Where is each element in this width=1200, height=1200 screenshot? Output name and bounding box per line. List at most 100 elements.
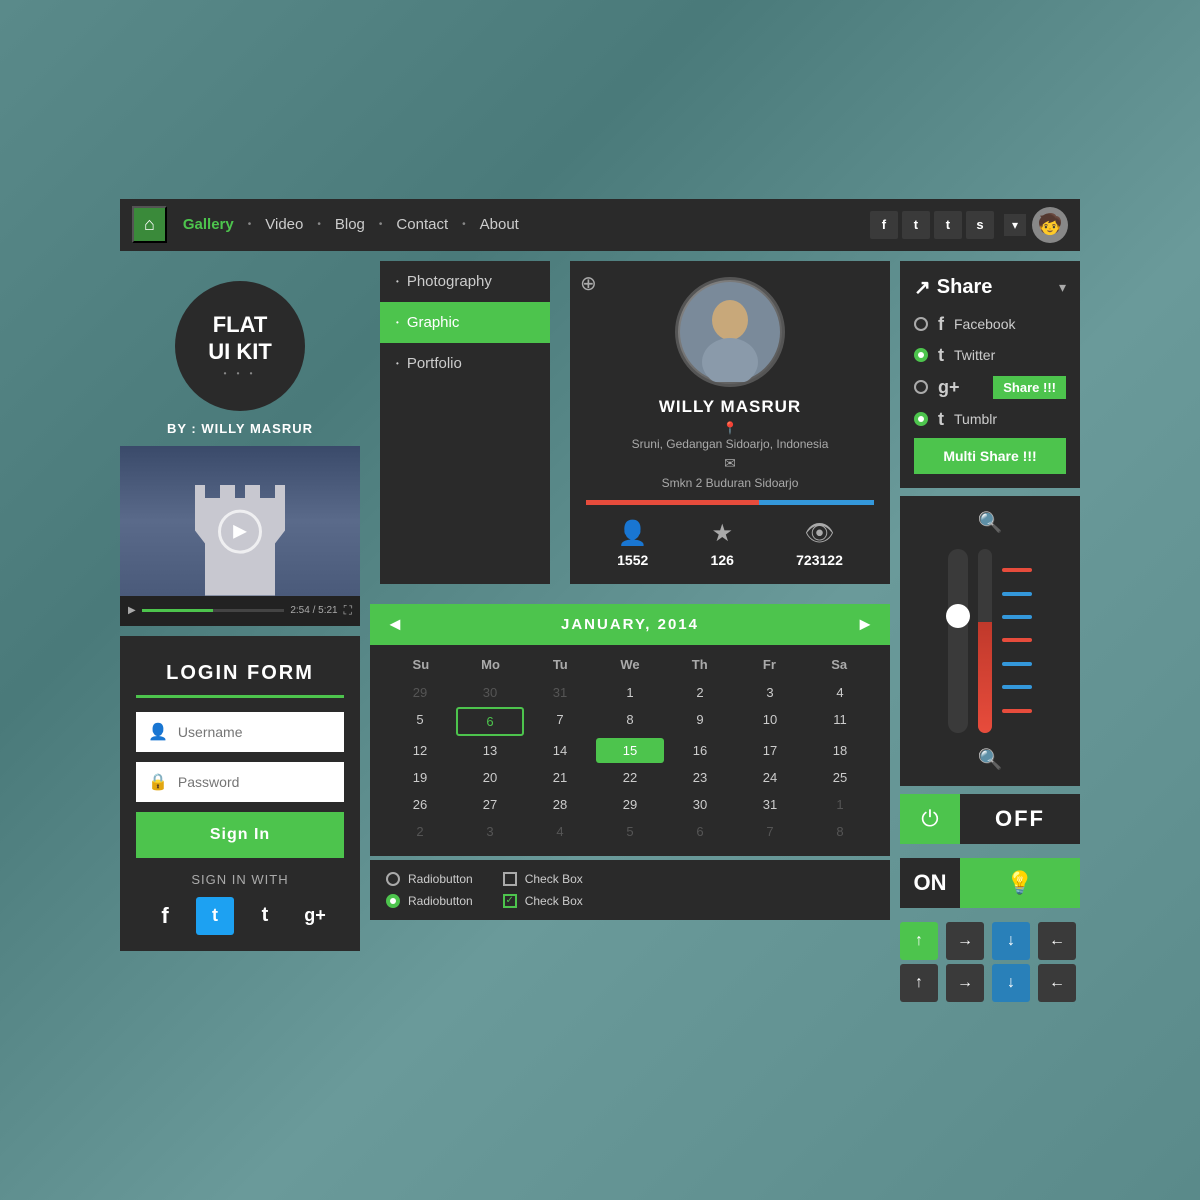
cal-day[interactable]: 12 [386,738,454,763]
share-dropdown-icon[interactable]: ▾ [1059,279,1066,296]
social-facebook-login[interactable]: f [146,897,184,935]
radio-empty[interactable] [386,872,400,886]
radio-facebook[interactable] [914,317,928,331]
radio-filled-item[interactable]: Radiobutton [386,894,473,908]
cal-day[interactable]: 27 [456,792,524,817]
progress-bar[interactable] [142,609,285,612]
social-twitter-login[interactable]: t [196,897,234,935]
dropdown-photography[interactable]: • Photography [380,261,550,302]
arrow-right-2[interactable]: → [946,964,984,1002]
share-tumblr[interactable]: t Tumblr [914,409,1066,430]
checkbox-empty[interactable] [503,872,517,886]
arrow-left-1[interactable]: ← [1038,922,1076,960]
arrow-down-dl-1[interactable]: ↓ [992,922,1030,960]
fullscreen-icon[interactable]: ⛶ [344,603,352,618]
nav-item-gallery[interactable]: Gallery [175,212,242,237]
cal-day[interactable]: 1 [596,680,664,705]
cal-day-6[interactable]: 6 [456,707,524,736]
checkbox-empty-item[interactable]: Check Box [503,872,583,886]
cal-day[interactable]: 16 [666,738,734,763]
nav-item-video[interactable]: Video [257,212,311,237]
cal-day[interactable]: 19 [386,765,454,790]
password-field[interactable]: 🔒 [136,762,344,802]
power-button[interactable]: ⏻ [900,794,960,844]
cal-day[interactable]: 6 [666,819,734,844]
social-tumblr-login[interactable]: t [246,897,284,935]
cal-day[interactable]: 1 [806,792,874,817]
slider-thumb[interactable] [946,604,970,628]
cal-day[interactable]: 2 [666,680,734,705]
nav-dropdown-button[interactable]: ▾ [1004,214,1026,236]
cal-day[interactable]: 29 [596,792,664,817]
cal-day-15[interactable]: 15 [596,738,664,763]
share-google[interactable]: g+ Share !!! [914,376,1066,399]
nav-item-contact[interactable]: Contact [388,212,456,237]
nav-item-about[interactable]: About [472,212,527,237]
cal-day[interactable]: 11 [806,707,874,736]
add-button[interactable]: ⊕ [580,271,597,296]
radio-tumblr[interactable] [914,412,928,426]
arrow-down-dl-2[interactable]: ↓ [992,964,1030,1002]
dropdown-portfolio[interactable]: • Portfolio [380,343,550,384]
bulb-button[interactable]: 💡 [960,858,1080,908]
vertical-slider[interactable] [948,549,968,733]
share-facebook[interactable]: f Facebook [914,314,1066,335]
radio-empty-item[interactable]: Radiobutton [386,872,473,886]
cal-day[interactable]: 24 [736,765,804,790]
share-twitter[interactable]: t Twitter [914,345,1066,366]
cal-day[interactable]: 7 [736,819,804,844]
play-pause-icon[interactable]: ▶ [128,605,136,616]
cal-day[interactable]: 26 [386,792,454,817]
radio-twitter[interactable] [914,348,928,362]
cal-day[interactable]: 2 [386,819,454,844]
video-player[interactable]: ▶ ▶ 2:54 / 5:21 ⛶ [120,446,360,626]
dropdown-graphic[interactable]: • Graphic [380,302,550,343]
cal-day[interactable]: 23 [666,765,734,790]
checkbox-checked[interactable]: ✓ [503,894,517,908]
play-button[interactable]: ▶ [218,509,262,553]
cal-day[interactable]: 29 [386,680,454,705]
username-input[interactable] [178,724,332,740]
cal-day[interactable]: 14 [526,738,594,763]
social-facebook[interactable]: f [870,211,898,239]
cal-day[interactable]: 22 [596,765,664,790]
arrow-up-1[interactable]: ↑ [900,922,938,960]
cal-day[interactable]: 28 [526,792,594,817]
social-google-login[interactable]: g+ [296,897,334,935]
checkbox-checked-item[interactable]: ✓ Check Box [503,894,583,908]
radio-google[interactable] [914,380,928,394]
cal-day[interactable]: 13 [456,738,524,763]
username-field[interactable]: 👤 [136,712,344,752]
multi-share-button[interactable]: Multi Share !!! [914,438,1066,474]
cal-day[interactable]: 3 [736,680,804,705]
cal-day[interactable]: 5 [596,819,664,844]
signin-button[interactable]: Sign In [136,812,344,858]
nav-avatar[interactable]: 🧒 [1032,207,1068,243]
zoom-in-icon[interactable]: 🔍 [978,510,1003,535]
social-twitter[interactable]: t [902,211,930,239]
cal-day[interactable]: 4 [806,680,874,705]
cal-day[interactable]: 17 [736,738,804,763]
cal-next-button[interactable]: ► [856,614,874,635]
zoom-out-icon[interactable]: 🔍 [978,747,1003,772]
arrow-left-2[interactable]: ← [1038,964,1076,1002]
cal-day[interactable]: 31 [526,680,594,705]
arrow-right-1[interactable]: → [946,922,984,960]
cal-day[interactable]: 3 [456,819,524,844]
cal-day[interactable]: 4 [526,819,594,844]
nav-item-blog[interactable]: Blog [327,212,373,237]
social-skype[interactable]: s [966,211,994,239]
cal-day[interactable]: 31 [736,792,804,817]
cal-day[interactable]: 8 [806,819,874,844]
cal-day[interactable]: 7 [526,707,594,736]
cal-day[interactable]: 8 [596,707,664,736]
cal-day[interactable]: 30 [456,680,524,705]
cal-day[interactable]: 18 [806,738,874,763]
cal-day[interactable]: 9 [666,707,734,736]
cal-day[interactable]: 5 [386,707,454,736]
cal-prev-button[interactable]: ◄ [386,614,404,635]
cal-day[interactable]: 10 [736,707,804,736]
cal-day[interactable]: 21 [526,765,594,790]
social-tumblr[interactable]: t [934,211,962,239]
cal-day[interactable]: 25 [806,765,874,790]
